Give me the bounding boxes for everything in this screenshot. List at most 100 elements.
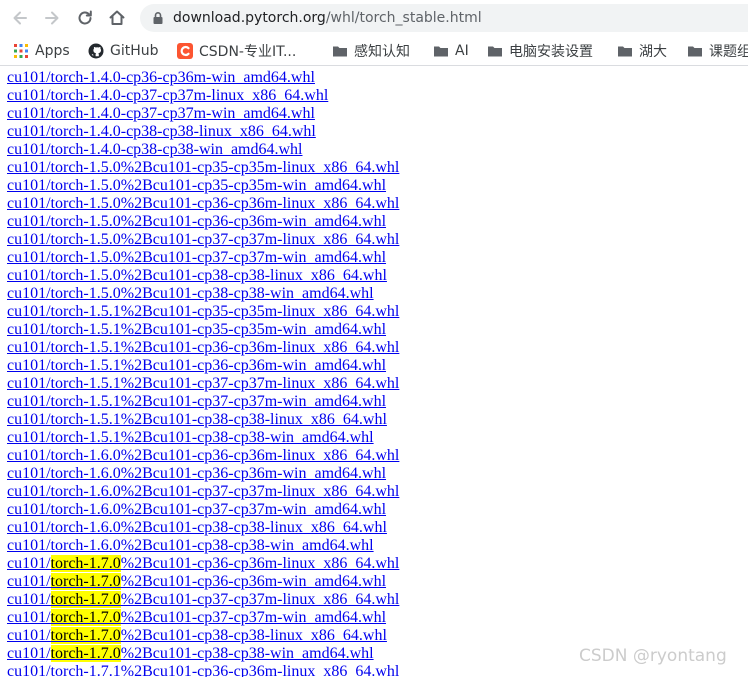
wheel-file-link[interactable]: cu101/torch-1.5.1%2Bcu101-cp38-cp38-linu… [7,411,399,429]
link-text: cu101/torch-1.6.0%2Bcu101-cp37-cp37m-win… [7,501,387,518]
url-text: download.pytorch.org/whl/torch_stable.ht… [173,9,482,27]
wheel-file-link[interactable]: cu101/torch-1.5.0%2Bcu101-cp36-cp36m-win… [7,213,399,231]
bookmark-label: GitHub [110,43,159,59]
link-text: %2Bcu101-cp38-cp38-win_amd64.whl [120,645,374,662]
wheel-file-link[interactable]: cu101/torch-1.6.0%2Bcu101-cp38-cp38-win_… [7,537,399,555]
link-text: cu101/torch-1.4.0-cp37-cp37m-linux_x86_6… [7,87,329,104]
wheel-file-link[interactable]: cu101/torch-1.6.0%2Bcu101-cp36-cp36m-lin… [7,447,399,465]
wheel-file-link[interactable]: cu101/torch-1.5.0%2Bcu101-cp38-cp38-linu… [7,267,399,285]
link-text: cu101/torch-1.5.0%2Bcu101-cp36-cp36m-win… [7,213,387,230]
bookmark-label: Apps [35,43,70,59]
link-text: cu101/torch-1.5.0%2Bcu101-cp37-cp37m-win… [7,249,387,266]
link-text: cu101/torch-1.6.0%2Bcu101-cp38-cp38-win_… [7,537,374,554]
link-text: cu101/torch-1.6.0%2Bcu101-cp36-cp36m-lin… [7,447,400,464]
wheel-file-link[interactable]: cu101/torch-1.5.1%2Bcu101-cp37-cp37m-lin… [7,375,399,393]
wheel-file-link[interactable]: cu101/torch-1.4.0-cp36-cp36m-win_amd64.w… [7,69,399,87]
wheel-file-link[interactable]: cu101/torch-1.4.0-cp38-cp38-linux_x86_64… [7,123,399,141]
wheel-file-link[interactable]: cu101/torch-1.7.0%2Bcu101-cp37-cp37m-lin… [7,591,399,609]
link-text: %2Bcu101-cp37-cp37m-win_amd64.whl [120,609,387,626]
folder-icon [434,46,448,57]
reload-icon [78,10,92,25]
folder-icon [688,46,702,57]
link-text: cu101/torch-1.6.0%2Bcu101-cp38-cp38-linu… [7,519,387,536]
wheel-file-link[interactable]: cu101/torch-1.5.0%2Bcu101-cp36-cp36m-lin… [7,195,399,213]
github-icon [88,43,104,59]
link-text: cu101/ [7,591,51,608]
bookmark-label: CSDN-专业IT... [199,44,297,60]
wheel-file-link[interactable]: cu101/torch-1.5.0%2Bcu101-cp38-cp38-win_… [7,285,399,303]
bookmark-apps[interactable]: Apps [13,41,70,61]
wheel-file-link[interactable]: cu101/torch-1.7.0%2Bcu101-cp37-cp37m-win… [7,609,399,627]
link-text: cu101/torch-1.6.0%2Bcu101-cp36-cp36m-win… [7,465,387,482]
wheel-file-link[interactable]: cu101/torch-1.5.1%2Bcu101-cp36-cp36m-lin… [7,339,399,357]
link-text: %2Bcu101-cp37-cp37m-linux_x86_64.whl [120,591,400,608]
link-text: cu101/torch-1.5.1%2Bcu101-cp36-cp36m-win… [7,357,387,374]
link-text: cu101/torch-1.5.0%2Bcu101-cp38-cp38-win_… [7,285,374,302]
link-text: cu101/torch-1.5.1%2Bcu101-cp37-cp37m-win… [7,393,387,410]
link-text: cu101/torch-1.7.1%2Bcu101-cp36-cp36m-lin… [7,663,400,677]
wheel-file-link[interactable]: cu101/torch-1.7.0%2Bcu101-cp36-cp36m-win… [7,573,399,591]
bookmark-folder[interactable]: 课题组 [687,41,748,61]
find-highlight: torch-1.7.0 [50,555,121,572]
wheel-file-link[interactable]: cu101/torch-1.6.0%2Bcu101-cp38-cp38-linu… [7,519,399,537]
link-text: cu101/torch-1.5.0%2Bcu101-cp38-cp38-linu… [7,267,387,284]
link-text: cu101/torch-1.5.1%2Bcu101-cp36-cp36m-lin… [7,339,400,356]
arrow-left-icon [13,11,27,25]
wheel-file-link[interactable]: cu101/torch-1.5.1%2Bcu101-cp36-cp36m-win… [7,357,399,375]
wheel-file-link[interactable]: cu101/torch-1.6.0%2Bcu101-cp37-cp37m-lin… [7,483,399,501]
browser-toolbar: download.pytorch.org/whl/torch_stable.ht… [0,0,748,36]
bookmark-csdn[interactable]: CSDN-专业IT... [177,41,296,61]
arrow-right-icon [45,11,59,25]
wheel-file-link[interactable]: cu101/torch-1.6.0%2Bcu101-cp37-cp37m-win… [7,501,399,519]
csdn-icon [177,43,193,59]
wheel-file-link[interactable]: cu101/torch-1.7.0%2Bcu101-cp36-cp36m-lin… [7,555,399,573]
link-text: cu101/torch-1.4.0-cp38-cp38-linux_x86_64… [7,123,316,140]
bookmark-label: 湖大 [639,44,667,60]
link-text: cu101/ [7,555,51,572]
link-text: cu101/torch-1.5.1%2Bcu101-cp37-cp37m-lin… [7,375,400,392]
wheel-file-link[interactable]: cu101/torch-1.5.1%2Bcu101-cp38-cp38-win_… [7,429,399,447]
wheel-file-link[interactable]: cu101/torch-1.4.0-cp37-cp37m-linux_x86_6… [7,87,399,105]
address-bar[interactable]: download.pytorch.org/whl/torch_stable.ht… [140,4,748,32]
bookmark-label: 课题组 [709,44,748,60]
find-highlight: torch-1.7.0 [50,609,121,626]
wheel-file-link[interactable]: cu101/torch-1.5.0%2Bcu101-cp37-cp37m-win… [7,249,399,267]
link-text: cu101/torch-1.4.0-cp36-cp36m-win_amd64.w… [7,69,315,86]
link-text: %2Bcu101-cp38-cp38-linux_x86_64.whl [120,627,387,644]
link-text: cu101/ [7,573,51,590]
bookmark-folder[interactable]: 电脑安装设置 [487,41,593,61]
wheel-file-link[interactable]: cu101/torch-1.4.0-cp38-cp38-win_amd64.wh… [7,141,399,159]
find-highlight: torch-1.7.0 [50,591,121,608]
link-text: %2Bcu101-cp36-cp36m-win_amd64.whl [120,573,387,590]
wheel-file-link[interactable]: cu101/torch-1.5.0%2Bcu101-cp35-cp35m-win… [7,177,399,195]
wheel-file-link[interactable]: cu101/torch-1.7.0%2Bcu101-cp38-cp38-linu… [7,627,399,645]
wheel-file-link[interactable]: cu101/torch-1.4.0-cp37-cp37m-win_amd64.w… [7,105,399,123]
link-text: cu101/ [7,609,51,626]
wheel-file-link[interactable]: cu101/torch-1.7.1%2Bcu101-cp36-cp36m-lin… [7,663,399,677]
wheel-file-link[interactable]: cu101/torch-1.5.1%2Bcu101-cp35-cp35m-lin… [7,303,399,321]
bookmark-folder[interactable]: 湖大 [617,41,667,61]
link-text: cu101/torch-1.4.0-cp38-cp38-win_amd64.wh… [7,141,303,158]
page-content: cu101/torch-1.4.0-cp36-cp36m-win_amd64.w… [0,67,748,677]
link-text: cu101/torch-1.5.1%2Bcu101-cp35-cp35m-lin… [7,303,400,320]
link-text: cu101/ [7,627,51,644]
bookmark-folder[interactable]: 感知认知 [332,41,410,61]
home-button[interactable] [105,6,129,30]
wheel-file-link[interactable]: cu101/torch-1.5.1%2Bcu101-cp37-cp37m-win… [7,393,399,411]
wheel-file-link[interactable]: cu101/torch-1.7.0%2Bcu101-cp38-cp38-win_… [7,645,399,663]
back-button[interactable] [8,6,32,30]
wheel-file-link[interactable]: cu101/torch-1.5.0%2Bcu101-cp35-cp35m-lin… [7,159,399,177]
bookmarks-bar: Apps GitHub CSDN-专业IT... 感知认知 AI 电脑安装设置 [0,36,748,66]
find-highlight: torch-1.7.0 [50,627,121,644]
bookmark-folder[interactable]: AI [433,41,469,61]
forward-button[interactable] [40,6,64,30]
bookmark-github[interactable]: GitHub [88,41,159,61]
wheel-file-link[interactable]: cu101/torch-1.5.1%2Bcu101-cp35-cp35m-win… [7,321,399,339]
folder-icon [618,46,632,57]
wheel-file-link[interactable]: cu101/torch-1.6.0%2Bcu101-cp36-cp36m-win… [7,465,399,483]
reload-button[interactable] [73,6,97,30]
lock-icon[interactable] [151,11,165,25]
wheel-file-link[interactable]: cu101/torch-1.5.0%2Bcu101-cp37-cp37m-lin… [7,231,399,249]
url-path: /whl/torch_stable.html [325,10,482,26]
link-text: cu101/torch-1.5.1%2Bcu101-cp38-cp38-linu… [7,411,387,428]
